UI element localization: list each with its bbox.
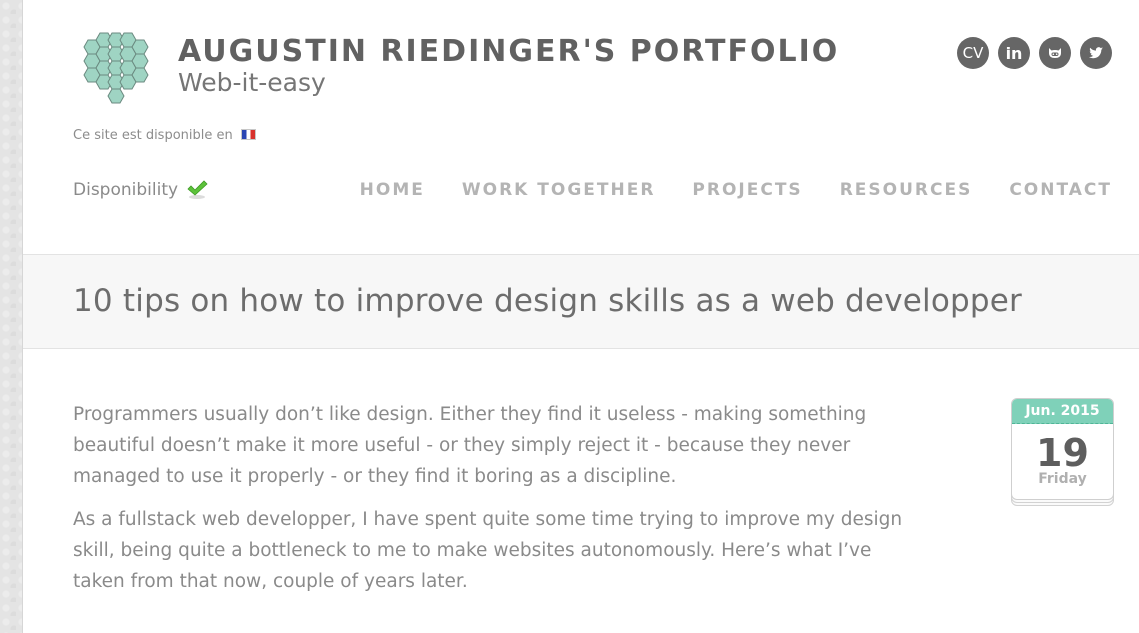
nav-contact[interactable]: CONTACT bbox=[1009, 180, 1112, 200]
nav-work-together[interactable]: WORK TOGETHER bbox=[462, 180, 656, 200]
availability-label: Disponibility bbox=[73, 180, 179, 200]
github-button[interactable] bbox=[1039, 37, 1071, 69]
language-note-text: Ce site est disponible en bbox=[73, 128, 233, 143]
hexagon-logo-icon[interactable] bbox=[75, 27, 153, 105]
nav-home[interactable]: HOME bbox=[360, 180, 425, 200]
cv-button[interactable]: CV bbox=[957, 37, 989, 69]
post-paragraph: As a fullstack web developper, I have sp… bbox=[73, 509, 903, 592]
page: AUGUSTIN RIEDINGER'S PORTFOLIO Web-it-ea… bbox=[23, 0, 1139, 633]
site-subtitle: Web-it-easy bbox=[178, 68, 326, 97]
linkedin-icon: in bbox=[1005, 43, 1023, 63]
post-date-calendar: Jun. 2015 19 Friday bbox=[1011, 398, 1114, 506]
cv-icon: CV bbox=[962, 44, 984, 62]
page-side-pattern bbox=[0, 0, 23, 633]
french-flag-icon[interactable] bbox=[240, 129, 256, 140]
twitter-button[interactable] bbox=[1080, 37, 1112, 69]
post-title: 10 tips on how to improve design skills … bbox=[73, 283, 1022, 319]
linkedin-button[interactable]: in bbox=[998, 37, 1030, 69]
calendar-card: Jun. 2015 19 Friday bbox=[1011, 398, 1114, 500]
twitter-icon bbox=[1089, 47, 1103, 59]
site-title[interactable]: AUGUSTIN RIEDINGER'S PORTFOLIO bbox=[178, 34, 839, 69]
nav-resources[interactable]: RESOURCES bbox=[840, 180, 973, 200]
github-icon bbox=[1049, 48, 1061, 58]
language-note: Ce site est disponible en bbox=[73, 128, 256, 143]
social-links: CV in bbox=[957, 37, 1112, 69]
check-icon bbox=[187, 180, 208, 199]
main-nav: HOME WORK TOGETHER PROJECTS RESOURCES CO… bbox=[360, 180, 1112, 200]
post-paragraph: Programmers usually don’t like design. E… bbox=[73, 404, 867, 487]
calendar-day: 19 bbox=[1036, 431, 1089, 475]
calendar-weekday: Friday bbox=[1038, 471, 1087, 487]
availability-status: Disponibility bbox=[73, 180, 208, 200]
calendar-month-year: Jun. 2015 bbox=[1012, 399, 1113, 424]
post-title-band: 10 tips on how to improve design skills … bbox=[23, 254, 1139, 349]
post-content: Programmers usually don’t like design. E… bbox=[73, 399, 923, 609]
nav-projects[interactable]: PROJECTS bbox=[692, 180, 802, 200]
